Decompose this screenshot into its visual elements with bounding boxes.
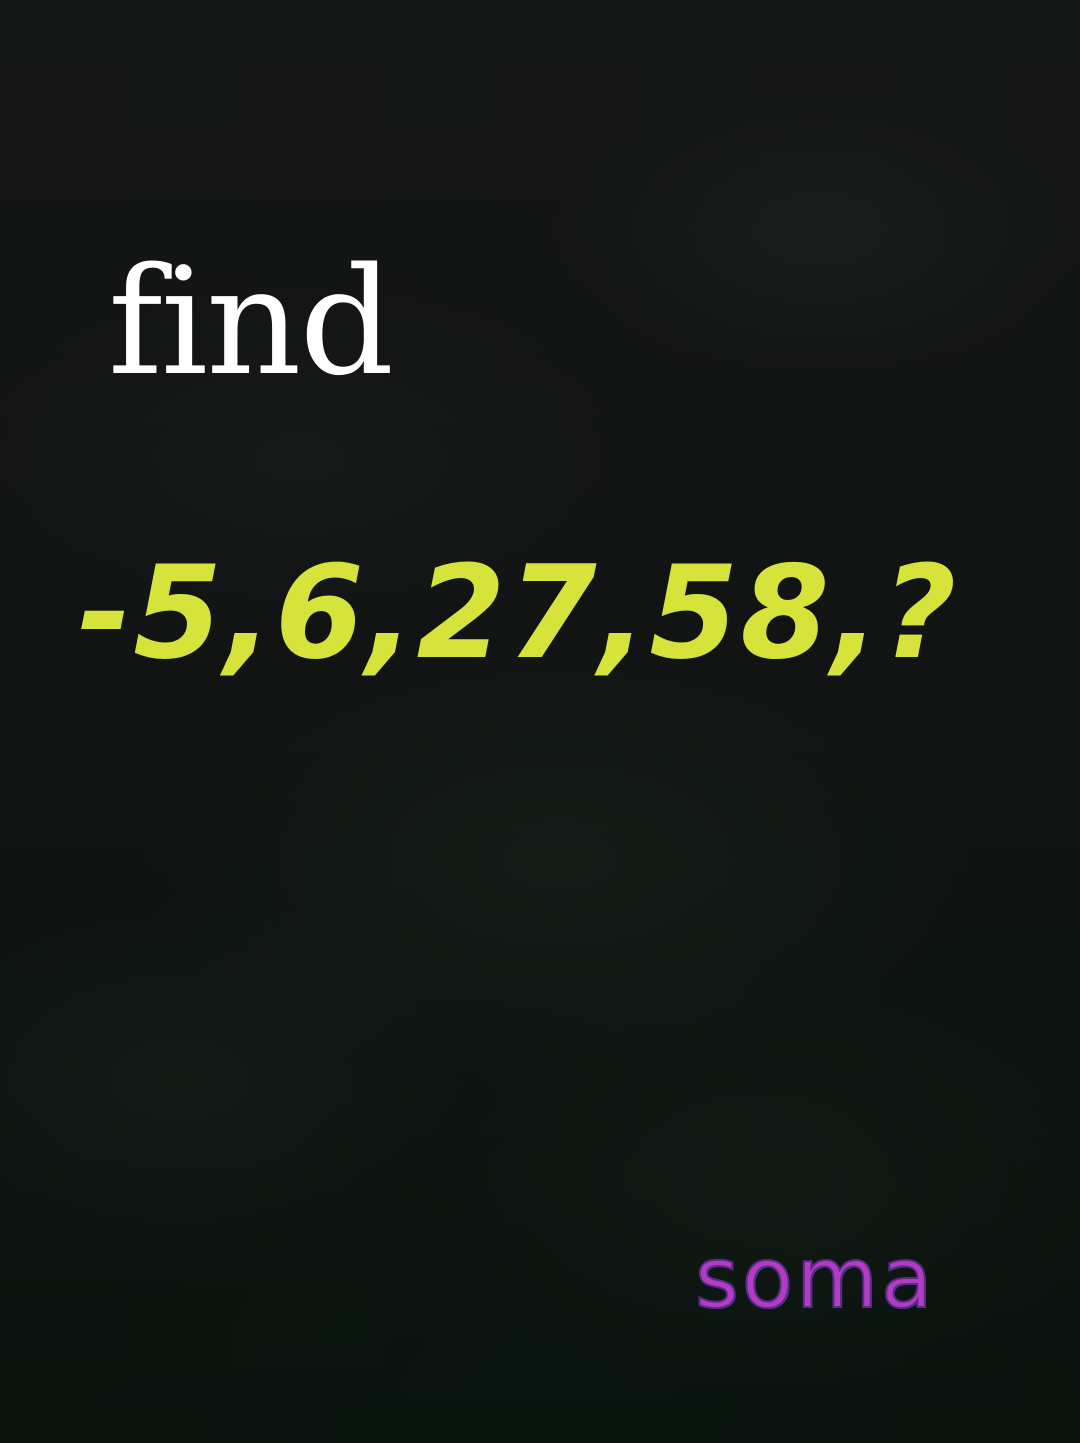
number-sequence: -5,6,27,58,? (78, 539, 959, 688)
soma-watermark: soma (694, 1229, 936, 1327)
heading-find: find (108, 236, 394, 408)
textured-background (0, 0, 1080, 1443)
